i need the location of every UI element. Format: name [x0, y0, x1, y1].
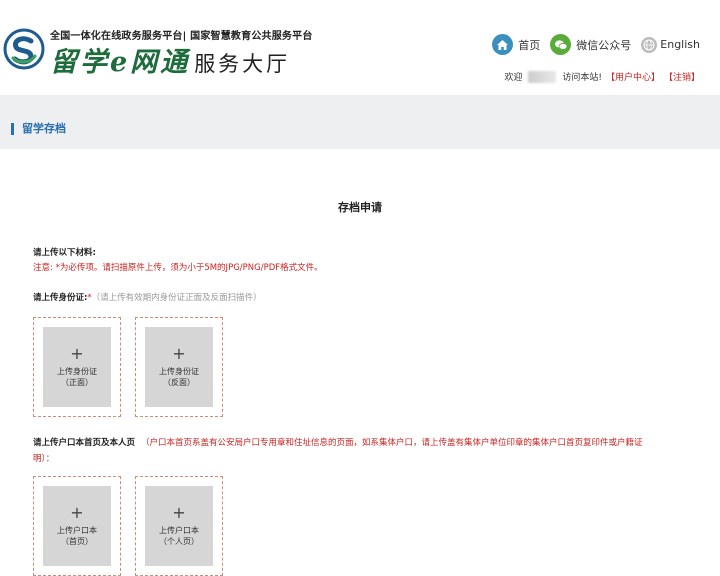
plus-icon: +: [70, 344, 84, 363]
plus-icon: +: [70, 503, 84, 522]
nav-english[interactable]: English: [641, 36, 700, 53]
top-navigation: 首页 微信公众号 English: [492, 34, 700, 55]
upload-id-front-label-1: 上传身份证: [57, 367, 97, 376]
hukou-field-label: 请上传户口本首页及本人页 （户口本首页系盖有公安局户口专用章和住址信息的页面，如系…: [33, 436, 643, 448]
user-center-link[interactable]: 【用户中心】: [606, 70, 660, 83]
nav-wechat[interactable]: 微信公众号: [550, 34, 631, 55]
materials-heading: 请上传以下材料:: [33, 248, 96, 258]
plus-icon: +: [172, 503, 186, 522]
upload-id-front-label-2: （正面）: [61, 378, 93, 387]
upload-id-back-label-2: （反面）: [163, 378, 195, 387]
welcome-suffix: 访问本站!: [562, 73, 602, 83]
welcome-prefix: 欢迎: [504, 73, 523, 83]
nav-wechat-label: 微信公众号: [576, 38, 632, 52]
upload-hukou-personal-label-2: （个人页）: [159, 537, 199, 546]
wechat-icon: [550, 34, 572, 55]
brand-title: 留学e网通 服务大厅: [50, 40, 290, 79]
site-header: 全国一体化在线政务服务平台| 国家智慧教育公共服务平台 留学e网通 服务大厅 首页…: [0, 0, 720, 95]
upload-hukou-first-label-2: （首页）: [61, 537, 93, 546]
hukou-label: 请上传户口本首页及本人页: [33, 438, 136, 448]
home-icon: [492, 34, 514, 55]
brand-name: 留学e网通: [50, 47, 191, 78]
upload-hukou-first-label-1: 上传户口本: [57, 526, 97, 535]
site-logo-icon[interactable]: [3, 28, 45, 70]
upload-id-back[interactable]: + 上传身份证 （反面）: [135, 317, 223, 417]
upload-hukou-personal-box: + 上传户口本 （个人页）: [145, 486, 213, 566]
hukou-hint-1: （户口本首页系盖有公安局户口专用章和住址信息的页面，如系集体户口，请上传盖有集体…: [141, 438, 643, 448]
upload-id-back-label-1: 上传身份证: [159, 367, 199, 376]
section-title: 留学存档: [11, 123, 66, 135]
brand-suffix: 服务大厅: [194, 52, 291, 76]
upload-hukou-first[interactable]: + 上传户口本 （首页）: [33, 476, 121, 576]
nav-home-label: 首页: [518, 38, 541, 52]
globe-icon: [641, 36, 658, 53]
upload-hukou-first-box: + 上传户口本 （首页）: [43, 486, 111, 566]
upload-hukou-personal-label-1: 上传户口本: [159, 526, 199, 535]
id-card-hint: （请上传有效期内身份证正面及反面扫描件）: [91, 293, 262, 303]
archive-form: 存档申请 请上传以下材料: 注意: *为必传项。请扫描原件上传，须为小于5M的J…: [0, 149, 720, 576]
upload-hukou-personal[interactable]: + 上传户口本 （个人页）: [135, 476, 223, 576]
upload-id-back-box: + 上传身份证 （反面）: [145, 327, 213, 407]
upload-id-front-box: + 上传身份证 （正面）: [43, 327, 111, 407]
nav-home[interactable]: 首页: [492, 34, 540, 55]
masked-username: [528, 70, 557, 83]
id-card-label: 请上传身份证:: [33, 293, 88, 303]
plus-icon: +: [172, 344, 186, 363]
logout-link[interactable]: 【注销】: [664, 70, 700, 83]
section-bar: 留学存档: [0, 95, 720, 149]
hukou-hint-2: 明）：: [33, 454, 55, 464]
page-title: 存档申请: [338, 201, 382, 214]
upload-id-front[interactable]: + 上传身份证 （正面）: [33, 317, 121, 417]
upload-notice: 注意: *为必传项。请扫描原件上传，须为小于5M的JPG/PNG/PDF格式文件…: [33, 263, 323, 273]
id-card-field-label: 请上传身份证:*（请上传有效期内身份证正面及反面扫描件）: [33, 291, 262, 303]
nav-english-label: English: [660, 38, 700, 51]
welcome-bar: 欢迎 访问本站! 【用户中心】 【注销】: [504, 70, 700, 83]
